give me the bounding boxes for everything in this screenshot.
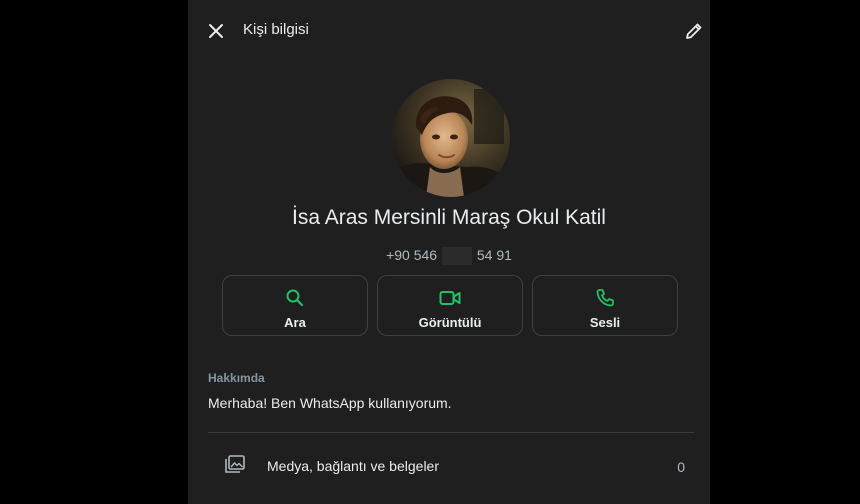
search-button[interactable]: Ara: [222, 275, 368, 336]
video-icon: [439, 291, 461, 305]
profile-photo: [392, 79, 510, 197]
voice-call-button-label: Sesli: [589, 315, 621, 330]
panel-title: Kişi bilgisi: [243, 21, 309, 38]
phone-redaction: [441, 247, 472, 266]
media-label: Medya, bağlantı ve belgeler: [267, 458, 439, 474]
action-buttons: Ara Görüntülü Sesli: [222, 275, 680, 337]
voice-call-button[interactable]: Sesli: [532, 275, 678, 336]
about-heading: Hakkımda: [208, 371, 265, 385]
media-links-docs-row[interactable]: Medya, bağlantı ve belgeler 0: [188, 440, 710, 492]
pencil-icon: [686, 23, 702, 39]
video-call-button-label: Görüntülü: [418, 315, 482, 330]
avatar[interactable]: [392, 79, 510, 197]
close-icon: [209, 24, 223, 38]
phone-suffix: 54 91: [476, 247, 512, 263]
phone-prefix: +90 546: [386, 247, 438, 263]
contact-name: İsa Aras Mersinli Maraş Okul Katil: [292, 206, 606, 229]
edit-button[interactable]: [682, 19, 706, 43]
contact-phone: +90 546 54 91: [188, 247, 710, 266]
search-icon: [286, 289, 304, 307]
divider: [208, 432, 694, 433]
contact-info-panel: Kişi bilgisi İsa Aras Mersinli Maraş Oku…: [188, 0, 710, 504]
close-button[interactable]: [204, 19, 228, 43]
panel-header: Kişi bilgisi: [188, 0, 710, 60]
search-button-label: Ara: [284, 315, 306, 330]
phone-icon: [596, 289, 614, 307]
about-text: Merhaba! Ben WhatsApp kullanıyorum.: [208, 395, 452, 411]
video-call-button[interactable]: Görüntülü: [377, 275, 523, 336]
media-count: 0: [677, 459, 685, 475]
media-gallery-icon: [225, 455, 245, 473]
